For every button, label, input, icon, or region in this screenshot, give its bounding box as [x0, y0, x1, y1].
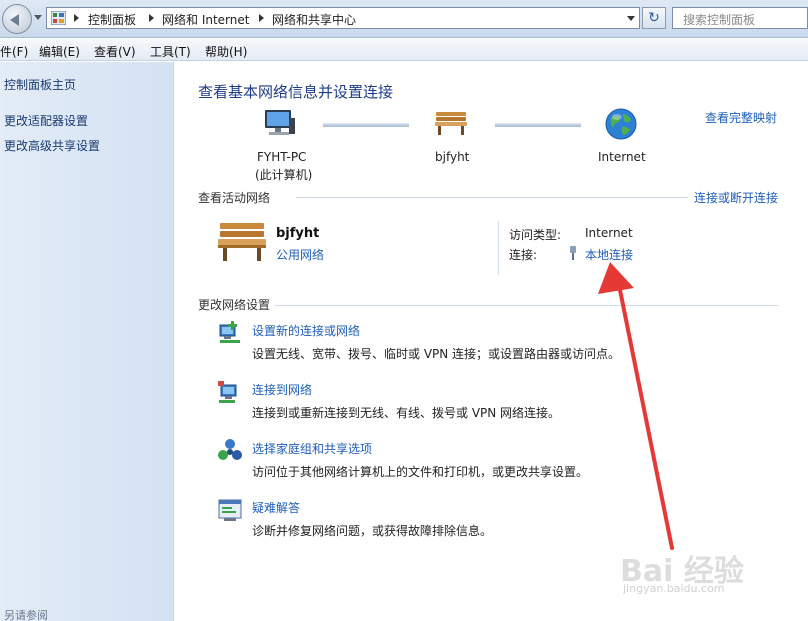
- annotation-arrow-overlay: [598, 262, 674, 550]
- annotation-arrow-shaft: [617, 283, 674, 550]
- network-sharing-center-window: 控制面板 网络和 Internet 网络和共享中心 ↻ 搜索控制面板 件(F) …: [0, 0, 808, 621]
- annotation-arrow-head-icon: [598, 262, 634, 294]
